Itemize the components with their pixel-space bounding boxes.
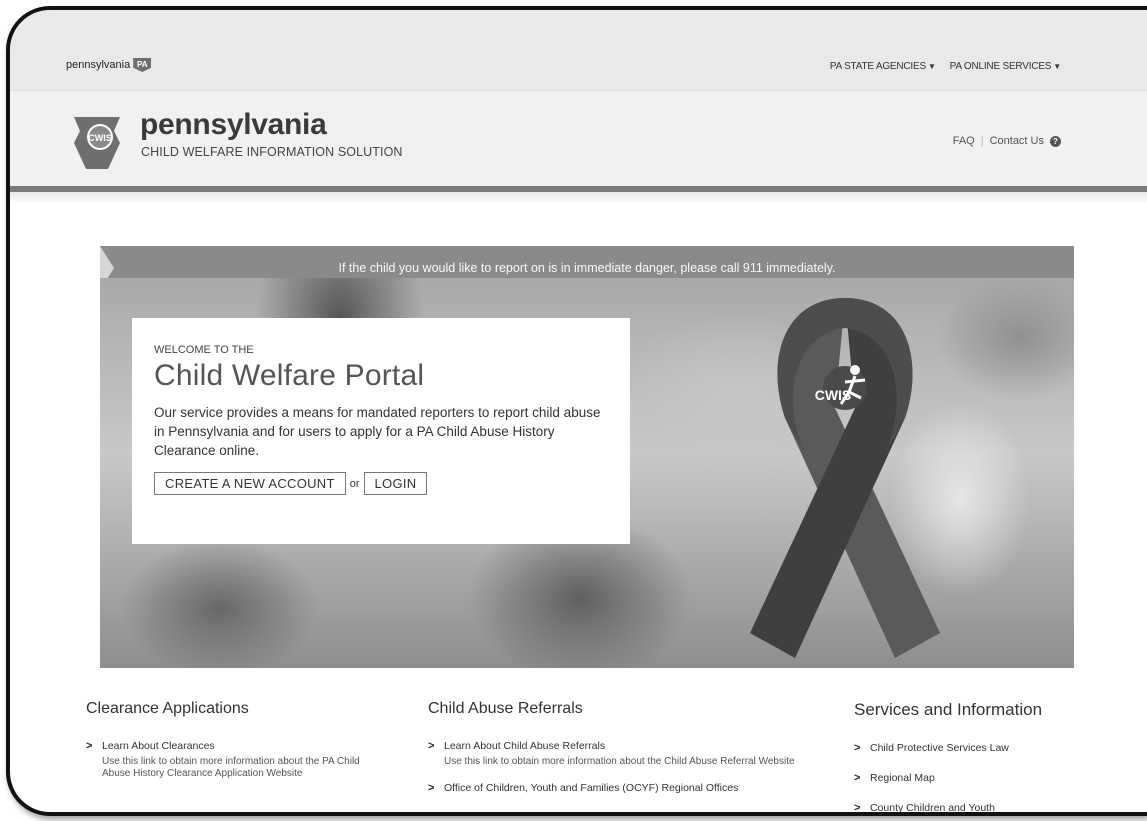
pa-brand-text: pennsylvania <box>66 59 131 71</box>
list-item[interactable]: > County Children and Youth <box>854 802 1114 814</box>
list-item[interactable]: > Office of Children, Youth and Families… <box>428 782 828 794</box>
browser-frame: pennsylvania PA PA STATE AGENCIES ▼ PA ON… <box>6 6 1147 816</box>
item-description: Use this link to obtain more information… <box>444 756 795 767</box>
site-subtitle: CHILD WELFARE INFORMATION SOLUTION <box>141 145 403 159</box>
services-title: Services and Information <box>854 700 1043 719</box>
pa-brand-link[interactable]: pennsylvania PA <box>66 58 152 72</box>
chevron-right-icon: > <box>854 802 861 814</box>
caret-down-icon: ▼ <box>927 62 936 71</box>
portal-description: Our service provides a means for mandate… <box>154 405 601 458</box>
contact-us-link[interactable]: Contact Us <box>990 135 1044 147</box>
referrals-title: Child Abuse Referrals <box>428 700 583 717</box>
welcome-eyebrow: WELCOME TO THE <box>154 344 254 356</box>
hero-section: WELCOME TO THE Child Welfare Portal Our … <box>100 278 1074 668</box>
state-menus: PA STATE AGENCIES ▼ PA ONLINE SERVICES ▼ <box>830 61 1061 72</box>
item-title[interactable]: Office of Children, Youth and Families (… <box>444 782 738 794</box>
awareness-ribbon-icon: CWIS <box>750 298 940 658</box>
login-button[interactable]: LOGIN <box>363 472 428 495</box>
caret-down-icon: ▼ <box>1053 62 1061 71</box>
referrals-column: Child Abuse Referrals > Learn About Chil… <box>428 700 828 794</box>
menu-label: PA STATE AGENCIES <box>829 61 926 72</box>
menu-label: PA ONLINE SERVICES <box>949 61 1052 72</box>
item-title[interactable]: Regional Map <box>870 772 935 784</box>
item-title[interactable]: Learn About Child Abuse Referrals <box>444 740 795 752</box>
state-bar <box>10 10 1147 90</box>
welcome-box: WELCOME TO THE Child Welfare Portal Our … <box>132 318 630 544</box>
list-item[interactable]: > Learn About Clearances Use this link t… <box>86 740 366 780</box>
chevron-right-icon: > <box>428 740 435 752</box>
item-title[interactable]: County Children and Youth <box>870 802 995 812</box>
chevron-right-icon: > <box>86 740 93 752</box>
pa-keystone-icon: PA <box>133 58 152 72</box>
item-title[interactable]: Learn About Clearances <box>102 740 366 752</box>
menu-pa-state-agencies[interactable]: PA STATE AGENCIES ▼ <box>830 61 936 72</box>
chevron-right-icon: > <box>428 782 435 794</box>
list-item[interactable]: > Regional Map <box>854 772 1114 784</box>
list-item[interactable]: > Child Protective Services Law <box>854 742 1114 754</box>
site-title[interactable]: pennsylvania <box>140 108 327 142</box>
question-circle-icon: ? <box>1050 135 1061 147</box>
logo-badge-text: CWIS <box>88 133 112 143</box>
header-shadow <box>10 192 1147 204</box>
ribbon-label: CWIS <box>815 387 852 403</box>
welcome-actions: CREATE A NEW ACCOUNT or LOGIN <box>154 472 608 495</box>
create-account-button[interactable]: CREATE A NEW ACCOUNT <box>154 472 346 495</box>
clearance-title: Clearance Applications <box>86 700 249 717</box>
link-separator: | <box>980 135 984 147</box>
services-column: Services and Information > Child Protect… <box>854 700 1114 814</box>
chevron-right-icon: > <box>854 772 861 784</box>
faq-link[interactable]: FAQ <box>953 135 975 147</box>
chevron-right-icon: > <box>854 742 861 754</box>
list-item[interactable]: > Learn About Child Abuse Referrals Use … <box>428 740 828 768</box>
clearance-column: Clearance Applications > Learn About Cle… <box>86 700 366 780</box>
utility-links: FAQ | Contact Us ? <box>953 135 1061 147</box>
menu-pa-online-services[interactable]: PA ONLINE SERVICES ▼ <box>949 61 1062 72</box>
cwis-keystone-logo-icon[interactable]: CWIS <box>72 113 122 171</box>
item-title[interactable]: Child Protective Services Law <box>870 742 1009 754</box>
item-description: Use this link to obtain more information… <box>102 756 360 779</box>
portal-title: Child Welfare Portal <box>154 359 425 392</box>
or-separator: or <box>349 477 360 490</box>
